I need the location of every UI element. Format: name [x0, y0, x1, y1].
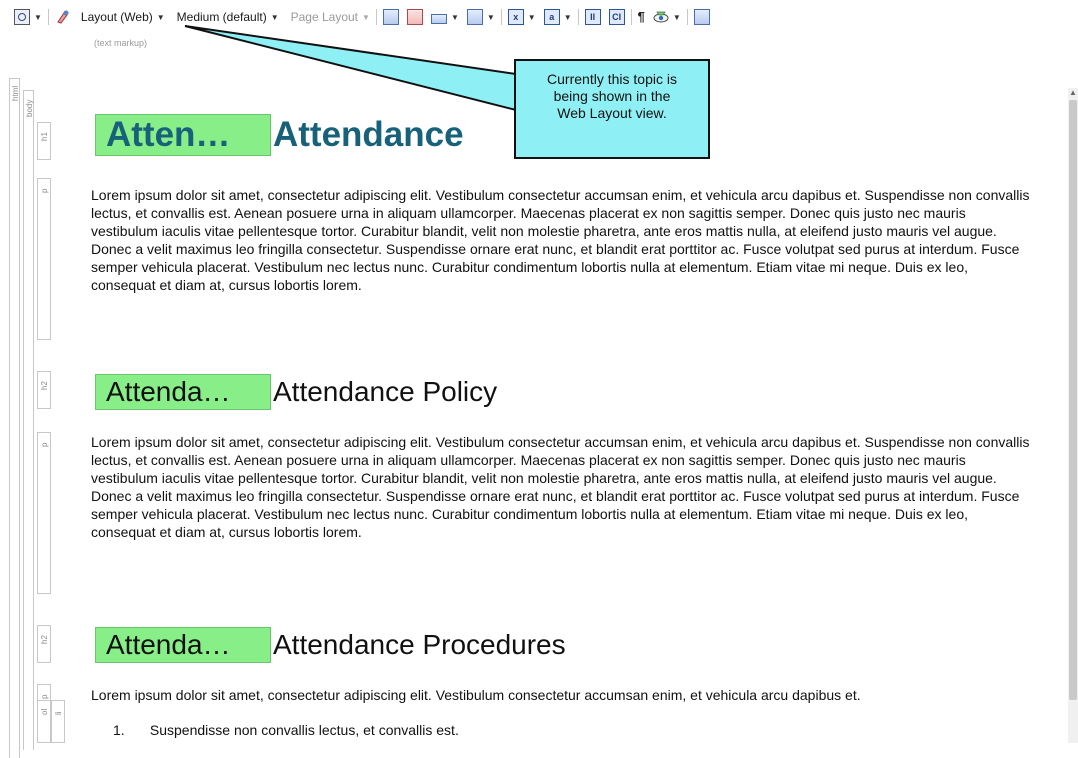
variable-icon: x: [507, 9, 524, 25]
callout-box: Currently this topic is being shown in t…: [514, 59, 710, 159]
chevron-down-icon: ▼: [362, 12, 370, 22]
structure-bar-html-label: html: [11, 85, 20, 101]
scroll-thumb[interactable]: [1069, 100, 1077, 700]
variables-button[interactable]: x ▼: [506, 7, 538, 27]
heading-attendance-policy[interactable]: Attenda… Attendance Policy: [95, 374, 497, 410]
concept-marker-icon: CI: [608, 9, 625, 25]
chevron-down-icon: ▼: [270, 12, 279, 22]
chevron-down-icon: ▼: [486, 12, 495, 22]
show-concepts-button[interactable]: CI: [607, 7, 627, 27]
preview-icon: [14, 9, 30, 25]
index-marker-icon: II: [584, 9, 601, 25]
paint-brush-icon: [57, 10, 69, 24]
condition-tag-label: Attenda…: [106, 376, 231, 407]
scroll-up-icon[interactable]: ▲: [1069, 88, 1077, 98]
page-layout-dropdown-label: Page Layout: [290, 10, 359, 24]
chevron-down-icon: ▼: [527, 12, 536, 22]
callout-text-line: Currently this topic is: [547, 71, 677, 87]
topic-content[interactable]: Atten… Attendance Lorem ipsum dolor sit …: [85, 90, 1070, 743]
structure-tag-label: p: [40, 694, 49, 699]
structure-tag-label: p: [40, 188, 49, 193]
structure-tag-p[interactable]: p: [37, 432, 51, 594]
heading-attendance[interactable]: Atten… Attendance: [95, 114, 464, 156]
list-item-text: Suspendisse non convallis lectus, et con…: [149, 722, 459, 738]
eye-icon: [653, 11, 669, 23]
structure-bar-body-label: body: [25, 99, 34, 117]
medium-dropdown-label: Medium (default): [176, 10, 267, 24]
style-picker-button[interactable]: [53, 7, 73, 27]
list-item[interactable]: 1. Suspendisse non convallis lectus, et …: [91, 721, 459, 739]
structure-tag-label: h1: [40, 132, 49, 141]
layout-dropdown[interactable]: Layout (Web) ▼: [79, 7, 167, 27]
condition-tag-box[interactable]: Atten…: [95, 114, 271, 156]
list-item-number: 1.: [113, 722, 125, 738]
paragraph[interactable]: Lorem ipsum dolor sit amet, consectetur …: [91, 186, 1031, 294]
show-index-button[interactable]: II: [583, 7, 603, 27]
snippet-icon: [693, 9, 710, 25]
structure-tag-label: li: [54, 711, 63, 715]
text-format-icon: a: [543, 9, 560, 25]
structure-tag-h2[interactable]: h2: [37, 625, 51, 663]
structure-tag-p[interactable]: p: [37, 178, 51, 340]
tag-spans-icon: [406, 9, 423, 25]
text-format-button[interactable]: a ▼: [542, 7, 574, 27]
callout-text-line: being shown in the: [553, 88, 671, 104]
tag-blocks-icon: [382, 9, 399, 25]
structure-tag-h2[interactable]: h2: [37, 371, 51, 409]
structure-bar-body[interactable]: body: [23, 90, 34, 750]
toolbar-separator: [630, 9, 632, 25]
heading-text: Attendance Policy: [273, 376, 498, 407]
heading-attendance-procedures[interactable]: Attenda… Attendance Procedures: [95, 627, 566, 663]
toolbar-separator: [500, 9, 502, 25]
chevron-down-icon: ▼: [156, 12, 165, 22]
chevron-down-icon: ▼: [672, 12, 681, 22]
condition-tag-label: Atten…: [106, 115, 231, 154]
structure-tag-label: ol: [40, 708, 49, 715]
page-layout-dropdown[interactable]: Page Layout ▼: [289, 7, 372, 27]
preview-button[interactable]: ▼: [12, 7, 44, 27]
medium-dropdown[interactable]: Medium (default) ▼: [175, 7, 281, 27]
condition-tag-box[interactable]: Attenda…: [95, 374, 271, 410]
condition-tag-label: Attenda…: [106, 629, 231, 660]
vertical-scrollbar[interactable]: ▲: [1068, 88, 1078, 743]
heading-text: Attendance: [273, 115, 464, 154]
show-formatting-button[interactable]: ¶: [636, 7, 647, 27]
conditions-visibility-button[interactable]: ▼: [651, 7, 683, 27]
paragraph[interactable]: Lorem ipsum dolor sit amet, consectetur …: [91, 686, 1031, 704]
toolbar: ▼ Layout (Web) ▼ Medium (default) ▼ Page…: [0, 0, 1078, 48]
toolbar-separator: [686, 9, 688, 25]
chevron-down-icon: ▼: [563, 12, 572, 22]
show-changes-button[interactable]: ▼: [465, 7, 497, 27]
toolbar-separator: [47, 9, 49, 25]
layout-dropdown-label: Layout (Web): [80, 10, 153, 24]
structure-tag-h1[interactable]: h1: [37, 122, 51, 160]
callout-text-line: Web Layout view.: [557, 105, 667, 121]
show-markers-button[interactable]: ▼: [429, 7, 461, 27]
paragraph[interactable]: Lorem ipsum dolor sit amet, consectetur …: [91, 433, 1031, 541]
heading-text: Attendance Procedures: [273, 629, 566, 660]
markers-icon: [430, 13, 447, 24]
show-spans-button[interactable]: [405, 7, 425, 27]
ordered-list: 1. Suspendisse non convallis lectus, et …: [91, 721, 459, 739]
pilcrow-icon: ¶: [637, 9, 645, 24]
structure-bar-html[interactable]: html: [9, 78, 20, 758]
track-changes-icon: [466, 9, 483, 25]
structure-tag-label: h2: [40, 381, 49, 390]
condition-tag-box[interactable]: Attenda…: [95, 627, 271, 663]
chevron-down-icon: ▼: [450, 12, 459, 22]
toolbar-separator: [577, 9, 579, 25]
show-tags-button[interactable]: [381, 7, 401, 27]
toolbar-separator: [375, 9, 377, 25]
structure-tag-label: p: [40, 442, 49, 447]
structure-tag-li[interactable]: li: [51, 700, 65, 743]
structure-tag-ol[interactable]: ol: [37, 700, 51, 743]
text-markup-label: (text markup): [94, 38, 148, 48]
structure-tag-label: h2: [40, 635, 49, 644]
insert-snippet-button[interactable]: [692, 7, 712, 27]
chevron-down-icon: ▼: [34, 12, 42, 22]
